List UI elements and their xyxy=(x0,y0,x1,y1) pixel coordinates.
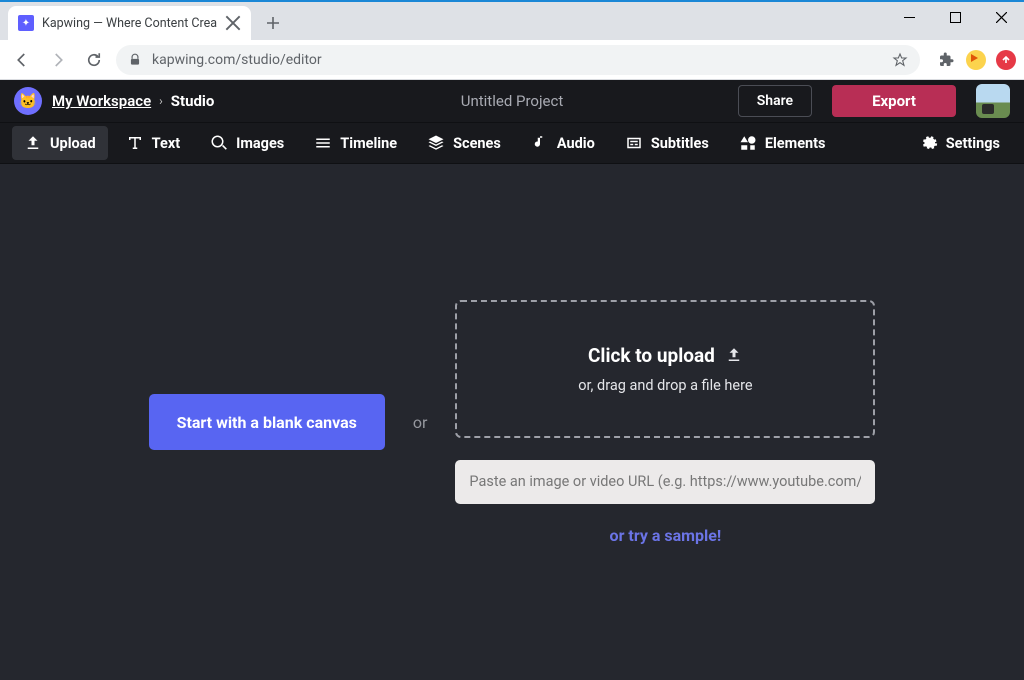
tab-timeline-label: Timeline xyxy=(340,135,397,152)
dropzone-subtitle: or, drag and drop a file here xyxy=(578,377,752,394)
export-button[interactable]: Export xyxy=(832,85,956,117)
bookmark-star-icon[interactable] xyxy=(892,52,908,68)
user-avatar[interactable] xyxy=(976,84,1010,118)
window-close-icon[interactable] xyxy=(978,2,1024,32)
browser-tabstrip: ✦ Kapwing — Where Content Crea xyxy=(0,2,287,40)
breadcrumb: My Workspace › Studio xyxy=(52,92,214,110)
breadcrumb-separator: › xyxy=(159,94,163,108)
tab-scenes[interactable]: Scenes xyxy=(415,126,513,160)
media-url-input[interactable] xyxy=(455,460,875,504)
tab-images[interactable]: Images xyxy=(198,126,296,160)
gear-icon xyxy=(920,134,938,152)
try-sample-label: or try a sample! xyxy=(610,526,722,545)
start-blank-canvas-label: Start with a blank canvas xyxy=(177,413,357,432)
upload-dropzone[interactable]: Click to upload or, drag and drop a file… xyxy=(455,300,875,438)
new-tab-button[interactable] xyxy=(259,9,287,37)
address-url: kapwing.com/studio/editor xyxy=(152,52,882,68)
app-header: 🐱 My Workspace › Studio Untitled Project… xyxy=(0,80,1024,122)
tab-upload-label: Upload xyxy=(50,135,96,152)
subtitles-icon xyxy=(625,134,643,152)
upload-icon xyxy=(24,134,42,152)
tab-close-icon[interactable] xyxy=(225,15,241,31)
lock-icon xyxy=(128,53,142,67)
start-blank-canvas-button[interactable]: Start with a blank canvas xyxy=(149,394,385,450)
music-note-icon xyxy=(531,134,549,152)
tool-tabs: Upload Text Images Timeline Scenes Audio xyxy=(0,122,1024,164)
timeline-icon xyxy=(314,134,332,152)
tab-scenes-label: Scenes xyxy=(453,135,501,152)
app-root: 🐱 My Workspace › Studio Untitled Project… xyxy=(0,80,1024,680)
shapes-icon xyxy=(739,134,757,152)
extension-icons xyxy=(936,50,1016,70)
tab-elements-label: Elements xyxy=(765,135,826,152)
tab-audio[interactable]: Audio xyxy=(519,126,607,160)
breadcrumb-workspace[interactable]: My Workspace xyxy=(52,92,151,110)
app-logo[interactable]: 🐱 xyxy=(14,87,42,115)
window-controls xyxy=(886,2,1024,32)
search-icon xyxy=(210,134,228,152)
tab-settings-label: Settings xyxy=(946,135,1000,152)
nav-forward-icon[interactable] xyxy=(44,46,72,74)
browser-tab-active[interactable]: ✦ Kapwing — Where Content Crea xyxy=(8,6,251,40)
breadcrumb-studio: Studio xyxy=(171,92,215,110)
browser-titlebar: ✦ Kapwing — Where Content Crea xyxy=(0,2,1024,40)
nav-back-icon[interactable] xyxy=(8,46,36,74)
tab-subtitles[interactable]: Subtitles xyxy=(613,126,721,160)
extension-badge-2[interactable] xyxy=(996,50,1016,70)
editor-canvas: Start with a blank canvas or Click to up… xyxy=(0,164,1024,680)
share-button[interactable]: Share xyxy=(738,85,812,117)
window-maximize-icon[interactable] xyxy=(932,2,978,32)
or-divider: or xyxy=(413,413,428,432)
window-minimize-icon[interactable] xyxy=(886,2,932,32)
text-icon xyxy=(126,134,144,152)
tab-upload[interactable]: Upload xyxy=(12,126,108,160)
export-button-label: Export xyxy=(872,92,916,110)
extension-badge-1[interactable] xyxy=(966,50,986,70)
tab-settings[interactable]: Settings xyxy=(908,126,1012,160)
tab-title: Kapwing — Where Content Crea xyxy=(42,16,217,31)
address-bar[interactable]: kapwing.com/studio/editor xyxy=(116,45,920,75)
tab-subtitles-label: Subtitles xyxy=(651,135,709,152)
layers-icon xyxy=(427,134,445,152)
tab-text[interactable]: Text xyxy=(114,126,192,160)
tab-favicon: ✦ xyxy=(18,15,34,31)
nav-reload-icon[interactable] xyxy=(80,46,108,74)
upload-icon xyxy=(725,346,743,364)
tab-elements[interactable]: Elements xyxy=(727,126,838,160)
share-button-label: Share xyxy=(757,93,793,109)
dropzone-title-row: Click to upload xyxy=(588,344,743,367)
extensions-icon[interactable] xyxy=(936,50,956,70)
try-sample-link[interactable]: or try a sample! xyxy=(610,526,722,545)
browser-toolbar: kapwing.com/studio/editor xyxy=(0,40,1024,80)
tab-audio-label: Audio xyxy=(557,135,595,152)
dropzone-title: Click to upload xyxy=(588,344,715,367)
tab-images-label: Images xyxy=(236,135,284,152)
project-title[interactable]: Untitled Project xyxy=(461,92,564,110)
tab-text-label: Text xyxy=(152,135,180,152)
tab-timeline[interactable]: Timeline xyxy=(302,126,409,160)
